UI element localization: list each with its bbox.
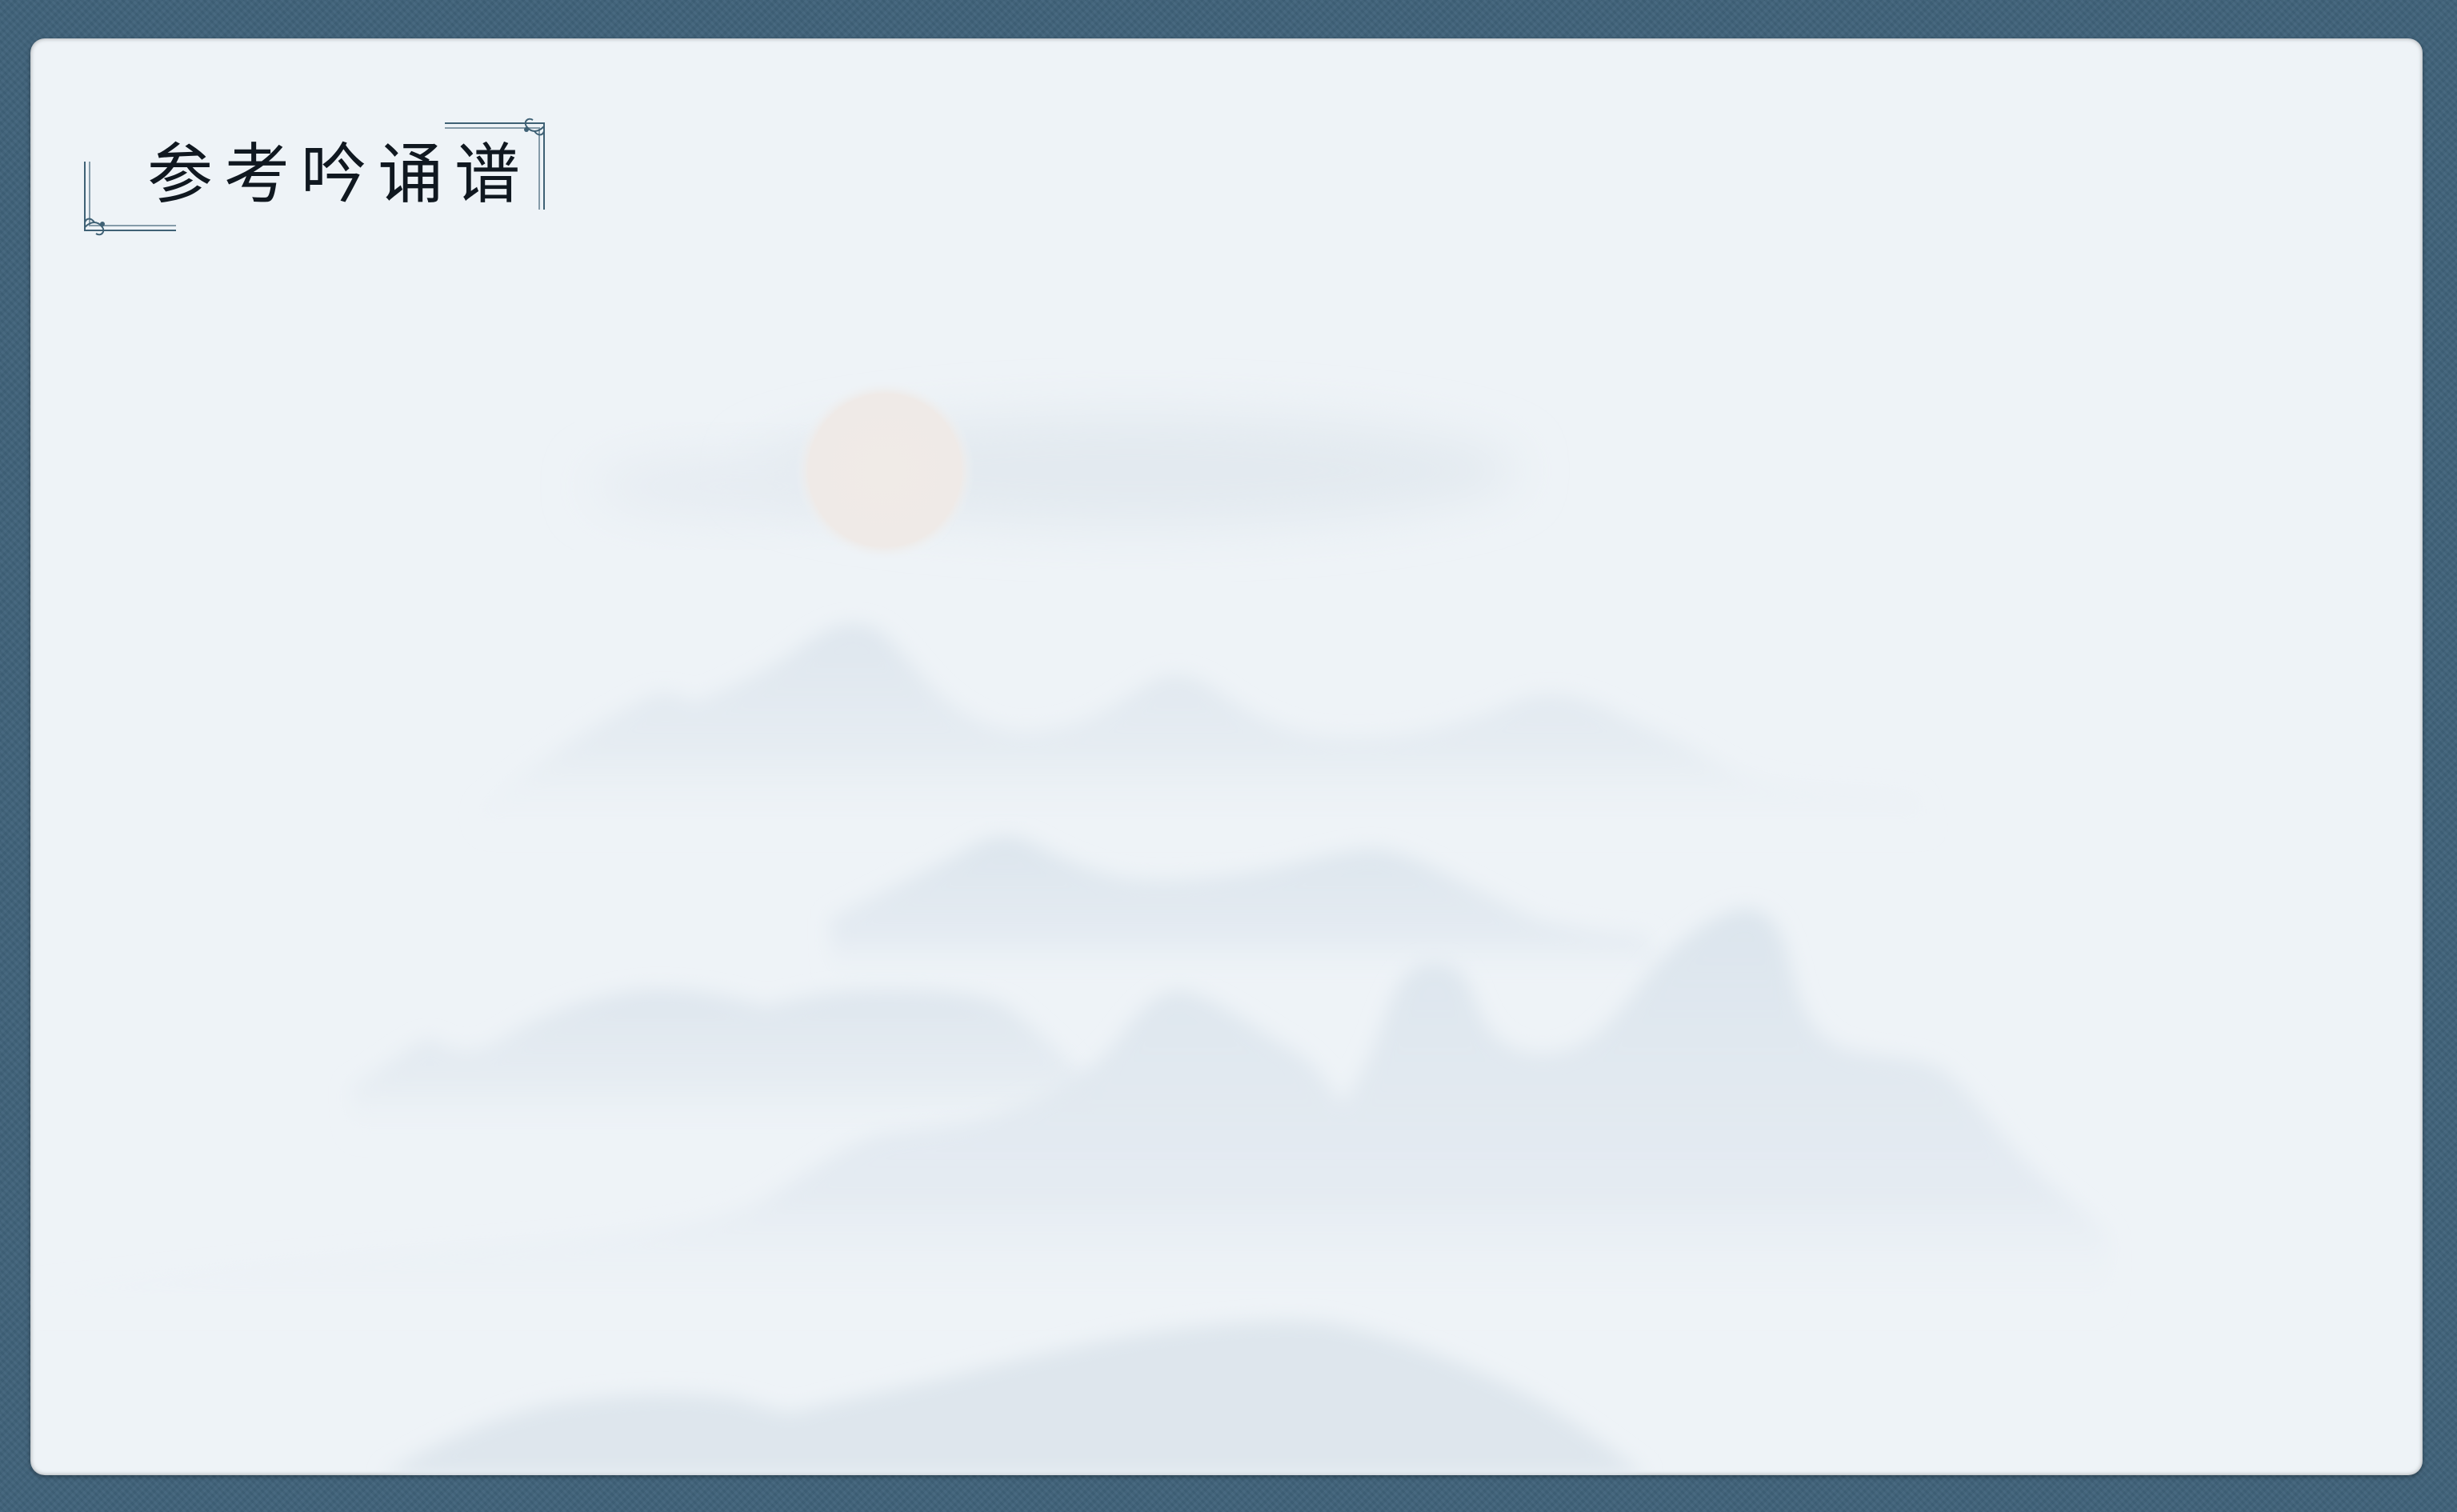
content-card: 参考吟诵谱 — [30, 38, 2423, 1475]
sun — [795, 381, 974, 560]
page-title: 参考吟诵谱 — [147, 137, 532, 213]
mountain-bottom — [382, 1321, 1647, 1475]
title-block: 参考吟诵谱 — [80, 86, 560, 254]
mountain-back — [478, 623, 1935, 838]
outer-frame: 参考吟诵谱 — [0, 0, 2457, 1512]
mountain-middle — [830, 836, 1663, 982]
